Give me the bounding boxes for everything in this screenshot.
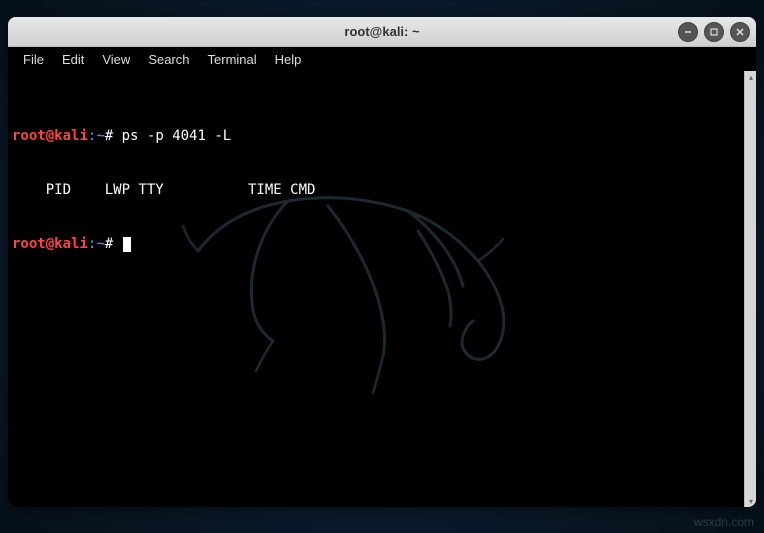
menu-terminal[interactable]: Terminal — [199, 50, 266, 69]
command-text: ps -p 4041 -L — [113, 128, 231, 144]
prompt-user: root — [12, 128, 46, 144]
maximize-button[interactable] — [704, 22, 724, 42]
prompt-path: ~ — [96, 236, 104, 252]
scroll-down-button[interactable]: ▾ — [745, 495, 756, 507]
menu-search[interactable]: Search — [139, 50, 198, 69]
prompt-at: @ — [46, 236, 54, 252]
close-button[interactable] — [730, 22, 750, 42]
menubar: File Edit View Search Terminal Help — [8, 47, 756, 71]
prompt-line-1: root@kali:~# ps -p 4041 -L — [12, 127, 740, 145]
menu-file[interactable]: File — [14, 50, 53, 69]
minimize-button[interactable] — [678, 22, 698, 42]
prompt-host: kali — [54, 236, 88, 252]
window-title: root@kali: ~ — [344, 24, 419, 39]
terminal-cursor — [123, 237, 131, 252]
terminal-area: root@kali:~# ps -p 4041 -L PID LWP TTY T… — [8, 71, 756, 507]
prompt-hash: # — [105, 128, 113, 144]
window-controls — [678, 22, 750, 42]
scroll-up-button[interactable]: ▴ — [745, 71, 756, 83]
terminal-window: root@kali: ~ File Edit View Search Termi… — [8, 17, 756, 507]
watermark: wsxdn.com — [694, 515, 754, 529]
menu-help[interactable]: Help — [266, 50, 311, 69]
titlebar[interactable]: root@kali: ~ — [8, 17, 756, 47]
menu-view[interactable]: View — [93, 50, 139, 69]
kali-dragon-logo — [148, 131, 548, 431]
prompt-path: ~ — [96, 128, 104, 144]
output-line-1: PID LWP TTY TIME CMD — [12, 181, 740, 199]
prompt-user: root — [12, 236, 46, 252]
terminal-content[interactable]: root@kali:~# ps -p 4041 -L PID LWP TTY T… — [8, 71, 744, 507]
prompt-hash: # — [105, 236, 113, 252]
menu-edit[interactable]: Edit — [53, 50, 93, 69]
scrollbar[interactable]: ▴ ▾ — [744, 71, 756, 507]
prompt-at: @ — [46, 128, 54, 144]
prompt-line-2: root@kali:~# — [12, 235, 740, 253]
prompt-host: kali — [54, 128, 88, 144]
